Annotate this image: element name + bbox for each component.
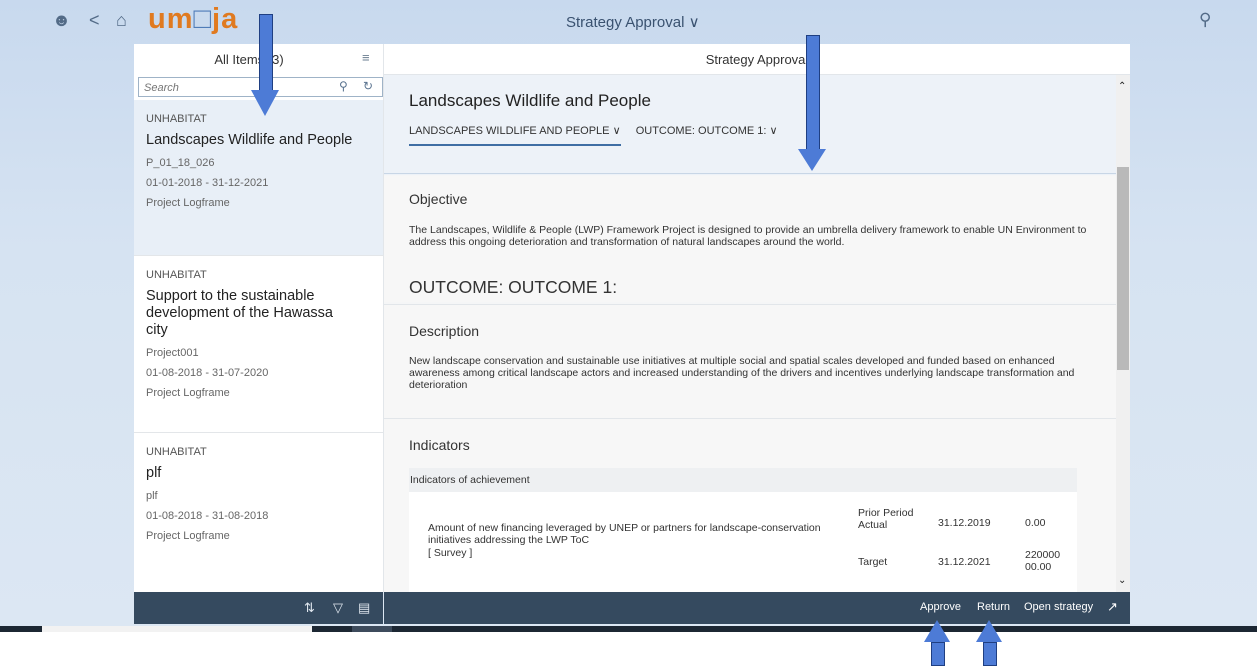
taskbar-item[interactable] xyxy=(352,626,392,632)
item-title: Landscapes Wildlife and People xyxy=(146,132,353,148)
table-row-value: 0.00 xyxy=(1025,517,1046,529)
detail-panel: Strategy Approval Landscapes Wildlife an… xyxy=(384,44,1130,592)
annotation-arrow-shaft xyxy=(259,14,273,92)
item-dates: 01-08-2018 - 31-07-2020 xyxy=(146,367,269,379)
table-header: Indicators of achievement xyxy=(409,468,1077,492)
object-title: Landscapes Wildlife and People xyxy=(409,91,651,110)
scroll-down-icon[interactable]: ⌄ xyxy=(1118,575,1126,586)
tab-landscapes[interactable]: LANDSCAPES WILDLIFE AND PEOPLE ∨ xyxy=(409,124,621,146)
description-text: New landscape conservation and sustainab… xyxy=(409,355,1075,391)
items-count-title: All Items (3) xyxy=(214,52,284,67)
tab-divider xyxy=(384,173,1116,174)
taskbar xyxy=(0,626,1257,664)
shell-bar: ☻ < ⌂ um□ja Strategy Approval ∨ ⚲ xyxy=(0,0,1257,44)
item-org: UNHABITAT xyxy=(146,446,207,458)
scroll-up-icon[interactable]: ⌃ xyxy=(1118,81,1126,92)
item-type: Project Logframe xyxy=(146,197,230,209)
annotation-arrow-head xyxy=(251,90,279,116)
master-footer: ⇅ ▽ ▤ xyxy=(134,592,383,624)
refresh-icon[interactable]: ↻ xyxy=(363,79,373,93)
description-title: Description xyxy=(409,323,480,339)
share-icon[interactable]: ↗ xyxy=(1107,599,1118,615)
detail-footer: Approve Return Open strategy ↗ xyxy=(384,592,1130,624)
annotation-arrow-shaft xyxy=(806,35,820,151)
item-title: plf xyxy=(146,465,162,481)
search-icon[interactable]: ⚲ xyxy=(1199,10,1211,30)
home-icon[interactable]: ⌂ xyxy=(116,10,127,30)
app-title-menu[interactable]: Strategy Approval ∨ xyxy=(566,13,700,31)
objective-text: The Landscapes, Wildlife & People (LWP) … xyxy=(409,224,1087,248)
annotation-arrow-shaft xyxy=(931,642,945,666)
umoja-logo[interactable]: um□ja xyxy=(148,3,238,36)
filter-icon[interactable]: ▽ xyxy=(333,600,343,616)
objective-title: Objective xyxy=(409,191,468,207)
sort-icon[interactable]: ⇅ xyxy=(304,600,315,616)
table-row-label: Target xyxy=(858,556,888,568)
annotation-arrow-head xyxy=(976,620,1002,642)
vertical-scrollbar[interactable]: ⌃ ⌄ xyxy=(1116,75,1130,592)
items-list: UNHABITAT Landscapes Wildlife and People… xyxy=(134,100,383,592)
tab-outcome-1[interactable]: OUTCOME: OUTCOME 1: ∨ xyxy=(636,124,778,144)
scroll-thumb[interactable] xyxy=(1117,167,1129,370)
detail-header: Strategy Approval xyxy=(384,44,1130,75)
table-row-label: Prior Period Actual xyxy=(858,507,914,531)
description-section: Description New landscape conservation a… xyxy=(384,304,1116,418)
approve-button[interactable]: Approve xyxy=(920,601,961,613)
master-list-panel: All Items (3) ≡ ⚲ ↻ UNHABITAT Landscapes… xyxy=(134,44,384,592)
item-dates: 01-08-2018 - 31-08-2018 xyxy=(146,510,269,522)
item-type: Project Logframe xyxy=(146,387,230,399)
indicators-table: Indicators of achievement Amount of new … xyxy=(409,468,1077,592)
annotation-arrow-shaft xyxy=(983,642,997,666)
item-code: Project001 xyxy=(146,347,199,359)
open-strategy-button[interactable]: Open strategy xyxy=(1024,601,1093,613)
indicator-text: Amount of new financing leveraged by UNE… xyxy=(428,522,821,546)
outcome-title: OUTCOME: OUTCOME 1: xyxy=(409,277,618,306)
multi-select-icon[interactable]: ≡ xyxy=(362,50,370,65)
annotation-arrow-head xyxy=(798,149,826,171)
table-row-date: 31.12.2021 xyxy=(938,556,991,568)
group-icon[interactable]: ▤ xyxy=(358,600,370,616)
table-row-value: 22000000.00 xyxy=(1025,549,1061,573)
item-code: P_01_18_026 xyxy=(146,157,215,169)
search-icon[interactable]: ⚲ xyxy=(339,79,348,93)
list-item[interactable]: UNHABITAT plf plf 01-08-2018 - 31-08-201… xyxy=(134,433,383,592)
detail-title: Strategy Approval xyxy=(705,52,809,67)
user-icon[interactable]: ☻ xyxy=(52,10,71,30)
item-title: Support to the sustainable development o… xyxy=(146,288,333,338)
search-input[interactable] xyxy=(144,80,329,96)
list-item[interactable]: UNHABITAT Support to the sustainable dev… xyxy=(134,256,383,433)
item-type: Project Logframe xyxy=(146,530,230,542)
indicator-source: [ Survey ] xyxy=(428,547,473,559)
indicators-title: Indicators xyxy=(409,437,470,453)
back-icon[interactable]: < xyxy=(89,10,100,30)
item-code: plf xyxy=(146,490,158,502)
item-org: UNHABITAT xyxy=(146,269,207,281)
annotation-arrow-head xyxy=(924,620,950,642)
taskbar-item[interactable] xyxy=(42,626,312,632)
tab-bar: LANDSCAPES WILDLIFE AND PEOPLE ∨ OUTCOME… xyxy=(409,124,790,146)
list-item[interactable]: UNHABITAT Landscapes Wildlife and People… xyxy=(134,100,383,256)
table-row-date: 31.12.2019 xyxy=(938,517,991,529)
return-button[interactable]: Return xyxy=(977,601,1010,613)
item-dates: 01-01-2018 - 31-12-2021 xyxy=(146,177,269,189)
